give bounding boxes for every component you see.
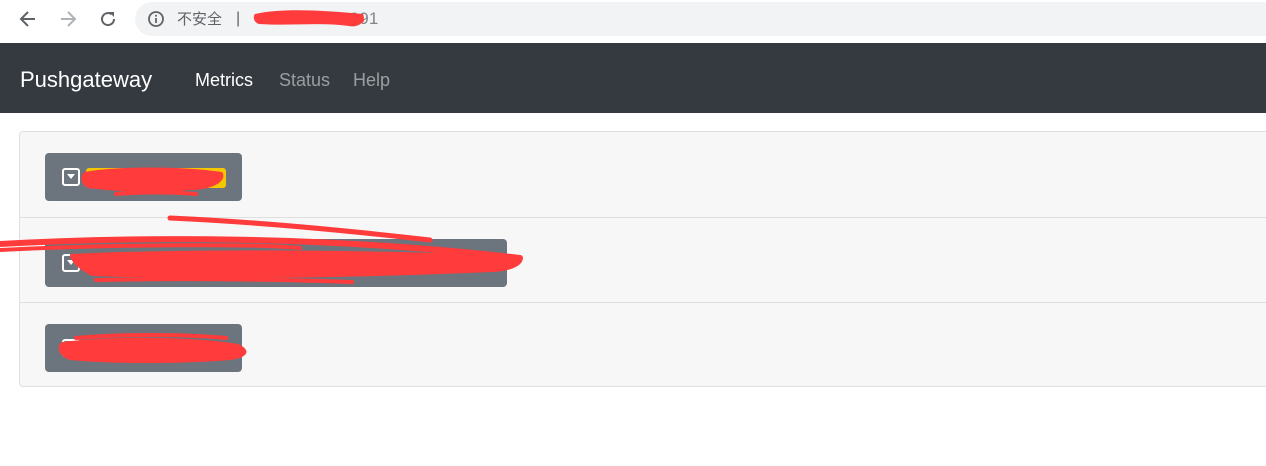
group-toggle-button[interactable]: [45, 153, 242, 201]
caret-square-down-icon: [62, 339, 80, 357]
caret-square-down-icon: [62, 254, 80, 272]
group-row: [20, 217, 1266, 302]
top-navbar: Pushgateway Metrics Status Help: [0, 43, 1266, 113]
reload-button[interactable]: [93, 6, 123, 32]
group-row: [20, 302, 1266, 387]
forward-button[interactable]: [53, 6, 83, 32]
caret-square-down-icon: [62, 168, 80, 186]
reload-icon: [101, 12, 116, 27]
arrow-left-icon: [19, 11, 35, 27]
group-toggle-button[interactable]: [45, 324, 242, 372]
nav-status[interactable]: Status: [279, 69, 330, 91]
back-button[interactable]: [13, 6, 43, 32]
nav-help[interactable]: Help: [353, 69, 390, 91]
info-circle-icon[interactable]: [147, 10, 165, 28]
url-separator: |: [236, 10, 241, 27]
brand-link[interactable]: Pushgateway: [20, 67, 152, 93]
metric-group-list: [19, 131, 1266, 387]
address-bar[interactable]: 不安全 | 0000000009091: [135, 2, 1266, 36]
group-toggle-button[interactable]: [45, 239, 507, 287]
arrow-right-icon: [61, 11, 77, 27]
nav-metrics[interactable]: Metrics: [195, 69, 253, 91]
redaction-mark: [253, 10, 364, 27]
browser-toolbar: 不安全 | 0000000009091: [0, 0, 1266, 42]
insecure-label: 不安全: [177, 10, 223, 28]
group-row: [20, 132, 1266, 217]
